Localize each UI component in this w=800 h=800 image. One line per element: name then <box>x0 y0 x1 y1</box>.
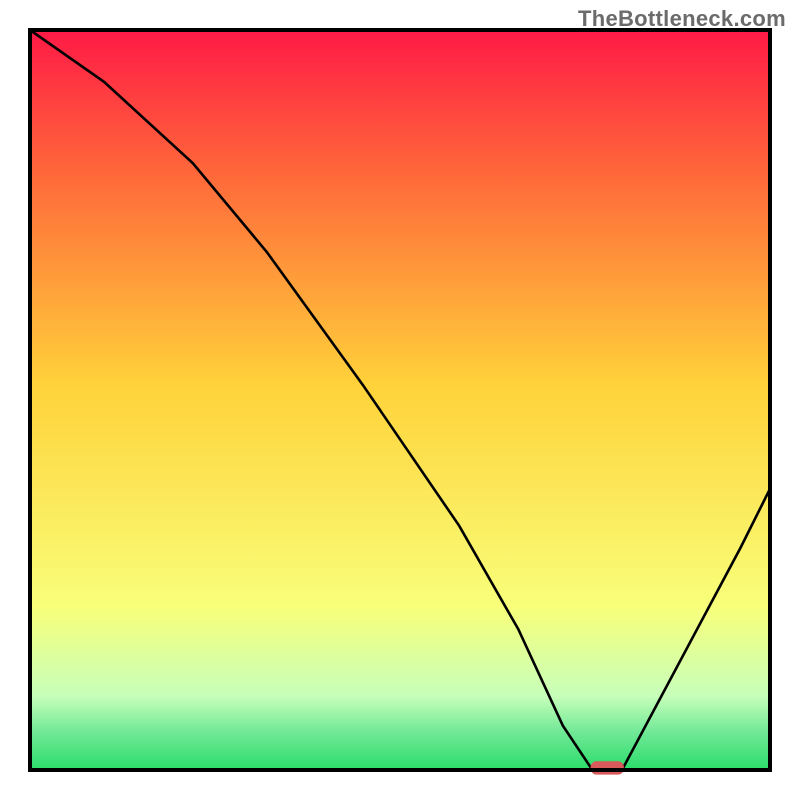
watermark-text: TheBottleneck.com <box>578 6 786 32</box>
bottleneck-chart <box>0 0 800 800</box>
heat-gradient-bg <box>30 30 770 770</box>
optimum-marker <box>591 761 624 774</box>
